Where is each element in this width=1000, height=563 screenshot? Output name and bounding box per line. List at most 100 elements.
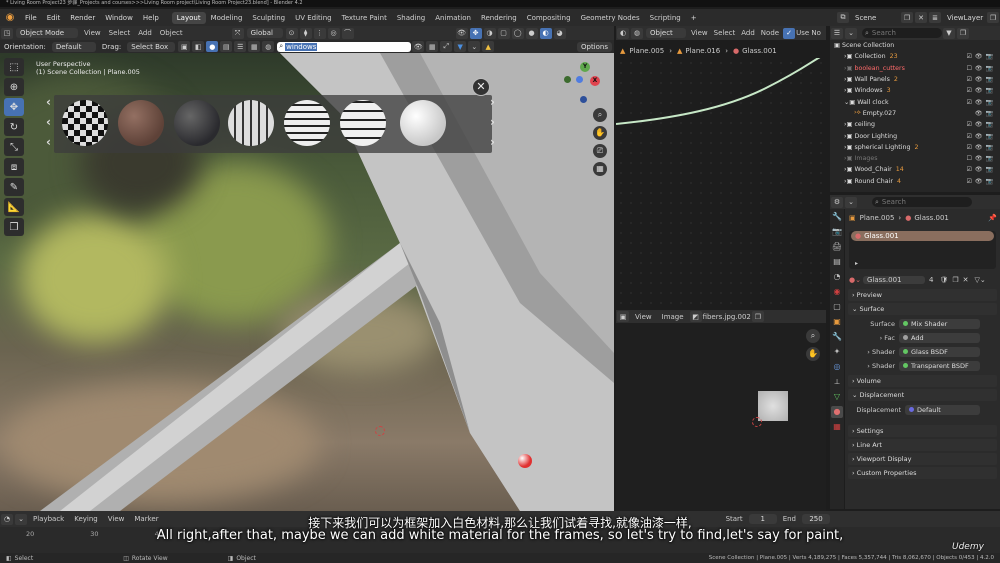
xray-icon[interactable]: ▢: [497, 27, 510, 39]
material-tab-icon[interactable]: ●: [831, 406, 843, 418]
object-tab-icon[interactable]: ▣: [831, 316, 843, 328]
outliner-item[interactable]: ›▣ Images ☐👁📷: [830, 153, 1000, 164]
shader-type-icon[interactable]: ◍: [631, 27, 643, 39]
line-art-panel-header[interactable]: › Line Art: [848, 439, 997, 451]
add-workspace-icon[interactable]: +: [686, 14, 702, 22]
material-preview-4[interactable]: [228, 100, 274, 146]
tab-scripting[interactable]: Scripting: [645, 12, 686, 24]
node-menu-add[interactable]: Add: [738, 29, 758, 37]
warning-icon[interactable]: ▲: [482, 41, 495, 52]
filter-icon[interactable]: ▼: [943, 27, 955, 39]
asset-filter-icon[interactable]: ▤: [220, 41, 233, 52]
preview-panel-header[interactable]: › Preview: [848, 289, 997, 301]
texture-tab-icon[interactable]: ▦: [831, 421, 843, 433]
rotate-tool-icon[interactable]: ↻: [4, 118, 24, 136]
image-browse-icon[interactable]: ◩: [689, 311, 702, 322]
collection-tab-icon[interactable]: ▢: [831, 301, 843, 313]
asset-list-icon[interactable]: ☰: [234, 41, 247, 52]
snap-icon[interactable]: ⧫: [299, 27, 312, 39]
outliner-item[interactable]: ›▣ boolean_cutters ☐👁📷: [830, 63, 1000, 74]
node-menu-node[interactable]: Node: [758, 29, 782, 37]
material-preview-1[interactable]: [62, 100, 108, 146]
displacement-field[interactable]: Default: [905, 405, 980, 415]
displacement-panel-header[interactable]: ⌄ Displacement: [848, 389, 997, 401]
material-name-field[interactable]: Glass.001: [862, 276, 925, 284]
select-mode-icon[interactable]: ▣: [178, 41, 191, 52]
surface-panel-header[interactable]: ⌄ Surface: [848, 303, 997, 315]
gizmo-z-icon[interactable]: [576, 76, 583, 83]
eye-icon[interactable]: 👁: [412, 41, 425, 52]
ortho-grid-icon[interactable]: ▦: [593, 162, 607, 176]
asset-toggle-icon[interactable]: ●: [206, 41, 219, 52]
shading-wireframe-icon[interactable]: ◯: [511, 27, 524, 39]
viewport-display-panel-header[interactable]: › Viewport Display: [848, 453, 997, 465]
material-preview-2[interactable]: [118, 100, 164, 146]
custom-properties-panel-header[interactable]: › Custom Properties: [848, 467, 997, 479]
gizmo-neg-y-icon[interactable]: [564, 76, 571, 83]
outliner-item[interactable]: ›▣ Wall Panels 2 ☑👁📷: [830, 74, 1000, 85]
falloff-icon[interactable]: ⌒: [341, 27, 354, 39]
move-tool-icon[interactable]: ✥: [4, 98, 24, 116]
image-name-field[interactable]: fibers.jpg.002: [703, 313, 751, 321]
material-preview-3[interactable]: [174, 100, 220, 146]
tab-rendering[interactable]: Rendering: [476, 12, 522, 24]
pin-icon[interactable]: ⤢: [440, 41, 453, 52]
material-preview-7[interactable]: [400, 100, 446, 146]
snap-target-icon[interactable]: ⋮: [313, 27, 326, 39]
new-viewlayer-icon[interactable]: ❐: [987, 12, 999, 23]
visibility-toggles[interactable]: ☑👁📷: [967, 53, 996, 60]
pan-hand-icon[interactable]: ✋: [593, 126, 607, 140]
data-tab-icon[interactable]: ▽: [831, 391, 843, 403]
orientation-dropdown[interactable]: Default: [51, 41, 96, 52]
mode-dropdown[interactable]: Object Mode: [16, 28, 78, 38]
scroll-right-icon[interactable]: ›: [490, 135, 495, 149]
expand-list-icon[interactable]: ▸: [855, 260, 858, 267]
options-button[interactable]: Options: [576, 41, 612, 52]
select-extend-icon[interactable]: ◧: [192, 41, 205, 52]
material-browse-icon[interactable]: ●⌄: [849, 276, 861, 284]
close-icon[interactable]: ✕: [472, 78, 490, 96]
gizmo-x-icon[interactable]: X: [590, 76, 600, 86]
gizmo-y-icon[interactable]: Y: [580, 62, 590, 72]
drag-dropdown[interactable]: Select Box: [127, 41, 176, 52]
scroll-right-icon[interactable]: ›: [490, 95, 495, 109]
scale-tool-icon[interactable]: ⤡: [4, 138, 24, 156]
image-new-icon[interactable]: ❐: [751, 311, 764, 322]
fake-user-icon[interactable]: 🛡: [939, 276, 948, 284]
pivot-icon[interactable]: ⊙: [285, 27, 298, 39]
menu-render[interactable]: Render: [65, 14, 100, 22]
material-slot-list[interactable]: ● Glass.001 ▸: [849, 231, 996, 269]
blender-logo-icon[interactable]: ◉: [3, 12, 17, 24]
transform-tool-icon[interactable]: ⧈: [4, 158, 24, 176]
image-menu-image[interactable]: Image: [657, 313, 689, 321]
tab-modeling[interactable]: Modeling: [206, 12, 248, 24]
tab-sculpting[interactable]: Sculpting: [247, 12, 290, 24]
modifier-tab-icon[interactable]: 🔧: [831, 331, 843, 343]
image-editor-canvas[interactable]: ⌕ ✋: [616, 323, 826, 511]
tab-layout[interactable]: Layout: [171, 11, 206, 24]
new-scene-icon[interactable]: ❐: [901, 12, 913, 23]
overlay-toggle-icon[interactable]: ◑: [483, 27, 496, 39]
node-editor-type-icon[interactable]: ◐: [617, 27, 629, 39]
viewport-menu-object[interactable]: Object: [156, 29, 187, 37]
use-nodes-checkbox[interactable]: ✓: [783, 27, 796, 39]
gizmo-neg-z-icon[interactable]: [580, 96, 587, 103]
view-layer-tab-icon[interactable]: ▤: [831, 256, 843, 268]
add-cube-tool-icon[interactable]: ❒: [4, 218, 24, 236]
image-editor-type-icon[interactable]: ▣: [617, 311, 629, 322]
tab-animation[interactable]: Animation: [430, 12, 476, 24]
tab-texture-paint[interactable]: Texture Paint: [337, 12, 392, 24]
outliner-item[interactable]: ›▣ spherical Lighting 2 ☑👁📷: [830, 142, 1000, 153]
scroll-right-icon[interactable]: ›: [490, 115, 495, 129]
gizmo-toggle-icon[interactable]: ✥: [469, 27, 482, 39]
scene-tab-icon[interactable]: ◔: [831, 271, 843, 283]
node-editor-canvas[interactable]: [616, 58, 826, 306]
menu-help[interactable]: Help: [138, 14, 164, 22]
outliner-item[interactable]: ›▣ Wood_Chair 14 ☑👁📷: [830, 164, 1000, 175]
menu-edit[interactable]: Edit: [42, 14, 66, 22]
outliner-item[interactable]: ›▣ Collection 23 ☑👁📷: [830, 51, 1000, 62]
annotate-tool-icon[interactable]: ✎: [4, 178, 24, 196]
filter-icon[interactable]: ▼: [454, 41, 467, 52]
shading-rendered-icon[interactable]: ◕: [553, 27, 566, 39]
tab-geometry-nodes[interactable]: Geometry Nodes: [576, 12, 645, 24]
